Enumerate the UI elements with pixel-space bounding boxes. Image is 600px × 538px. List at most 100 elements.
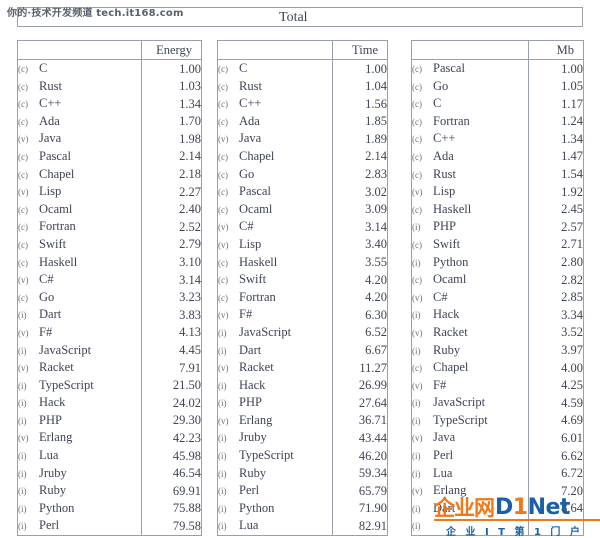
table-row: (c) Swift 2.79 <box>18 235 201 254</box>
metric-value: 4.25 <box>561 378 583 393</box>
top-watermark-text: 你的·技术开发频道 tech.it168.com <box>7 8 184 19</box>
language-name: JavaScript <box>433 395 486 410</box>
language-category-tag: (i) <box>18 521 27 532</box>
language-cell: (v) Lisp <box>412 183 529 201</box>
language-category-tag: (v) <box>18 363 29 374</box>
table-row: (c) Pascal 2.14 <box>18 147 201 166</box>
language-category-tag: (i) <box>412 521 421 532</box>
language-cell: (i) Jruby <box>218 429 333 448</box>
metric-value: 6.62 <box>561 448 583 463</box>
table-row: (i) Ruby 59.34 <box>218 464 387 483</box>
table-row: (i) JavaScript 4.45 <box>18 341 201 360</box>
metric-value: 46.54 <box>172 466 201 481</box>
table-row: (c) Haskell 2.45 <box>412 200 583 219</box>
table-header-row: Energy <box>18 41 201 60</box>
language-cell: (c) Fortran <box>412 112 529 131</box>
metric-value: 3.09 <box>365 202 387 217</box>
table-row: (c) Go 3.23 <box>18 288 201 307</box>
language-cell: (c) C++ <box>218 95 333 113</box>
language-name: Jruby <box>39 465 67 480</box>
table-row: (i) PHP 27.64 <box>218 394 387 412</box>
language-name: Racket <box>239 360 274 375</box>
table-row: (v) Lisp 3.40 <box>218 235 387 254</box>
logo-tagline: 企 业 I T 第 1 门 户 <box>446 527 583 538</box>
table-row: (c) C++ 1.34 <box>18 95 201 113</box>
table-row: (i) Python 75.88 <box>18 499 201 518</box>
metric-value: 1.85 <box>365 114 387 129</box>
language-category-tag: (c) <box>18 292 28 303</box>
table-row: (i) Perl 6.62 <box>412 447 583 465</box>
language-category-tag: (i) <box>218 380 227 391</box>
table-row: (c) Ada 1.85 <box>218 112 387 131</box>
column-header-language <box>218 41 333 60</box>
language-name: Hack <box>239 377 266 392</box>
column-header-metric: Mb <box>528 41 583 60</box>
language-cell: (i) PHP <box>218 394 333 412</box>
metric-value: 4.20 <box>365 290 387 305</box>
language-name: Ruby <box>433 342 461 357</box>
language-cell: (v) Racket <box>18 359 142 377</box>
table-row: (c) Swift 4.20 <box>218 271 387 289</box>
language-category-tag: (i) <box>412 415 421 426</box>
language-name: Ocaml <box>239 201 273 216</box>
language-category-tag: (v) <box>18 134 29 145</box>
logo-chinese-name: 企业网 <box>434 496 495 520</box>
language-category-tag: (c) <box>412 204 422 215</box>
language-cell: (i) Hack <box>218 376 333 395</box>
language-category-tag: (i) <box>18 398 27 409</box>
language-name: C++ <box>433 131 456 146</box>
language-cell: (v) Erlang <box>18 429 142 448</box>
table-row: (v) Racket 11.27 <box>218 359 387 377</box>
language-cell: (c) Chapel <box>412 359 529 377</box>
metric-value: 1.34 <box>561 131 583 146</box>
table-row: (v) Racket 7.91 <box>18 359 201 377</box>
logo-underline <box>434 519 600 521</box>
metric-value: 6.52 <box>365 325 387 340</box>
metric-value: 1.70 <box>179 114 201 129</box>
metric-value: 3.14 <box>179 272 201 287</box>
language-name: Go <box>239 166 255 181</box>
table-row: (v) F# 6.30 <box>218 306 387 324</box>
language-name: C++ <box>39 96 62 111</box>
language-name: Perl <box>39 518 60 533</box>
metric-value: 42.23 <box>172 430 201 445</box>
language-name: C <box>239 61 248 75</box>
table-row: (i) TypeScript 4.69 <box>412 411 583 430</box>
language-name: Python <box>39 500 75 515</box>
language-name: Erlang <box>39 430 73 445</box>
language-cell: (i) JavaScript <box>218 323 333 342</box>
language-name: Swift <box>39 236 67 251</box>
metric-value: 69.91 <box>172 483 201 498</box>
language-category-tag: (i) <box>412 310 421 321</box>
language-cell: (i) Perl <box>218 482 333 500</box>
language-cell: (i) PHP <box>18 411 142 430</box>
language-category-tag: (c) <box>18 257 28 268</box>
language-name: Hack <box>433 307 460 322</box>
language-category-tag: (v) <box>218 222 229 233</box>
language-category-tag: (i) <box>18 468 27 479</box>
column-header-language <box>18 41 142 60</box>
language-cell: (v) Racket <box>218 359 333 377</box>
language-category-tag: (i) <box>412 222 421 233</box>
metric-value: 36.71 <box>358 413 387 428</box>
metric-value: 2.71 <box>561 237 583 252</box>
language-cell: (v) C# <box>218 218 333 236</box>
table-row: (c) Ada 1.70 <box>18 112 201 131</box>
language-cell: (c) Ocaml <box>412 271 529 289</box>
language-category-tag: (v) <box>218 415 229 426</box>
language-cell: (i) PHP <box>412 218 529 236</box>
language-name: Chapel <box>39 166 75 181</box>
language-cell: (v) Java <box>18 130 142 148</box>
table-row: (c) Fortran 1.24 <box>412 112 583 131</box>
metric-value: 1.47 <box>561 149 583 164</box>
total-label: Total <box>279 10 308 25</box>
metric-value: 3.14 <box>365 219 387 234</box>
language-name: TypeScript <box>433 412 488 427</box>
table-row: (c) Ocaml 3.09 <box>218 200 387 219</box>
language-name: Swift <box>239 272 267 287</box>
language-name: Fortran <box>39 219 76 234</box>
language-cell: (c) Haskell <box>412 200 529 219</box>
table-row: (c) Rust 1.54 <box>412 165 583 184</box>
language-name: Lua <box>239 518 259 533</box>
metric-value: 4.20 <box>365 272 387 287</box>
